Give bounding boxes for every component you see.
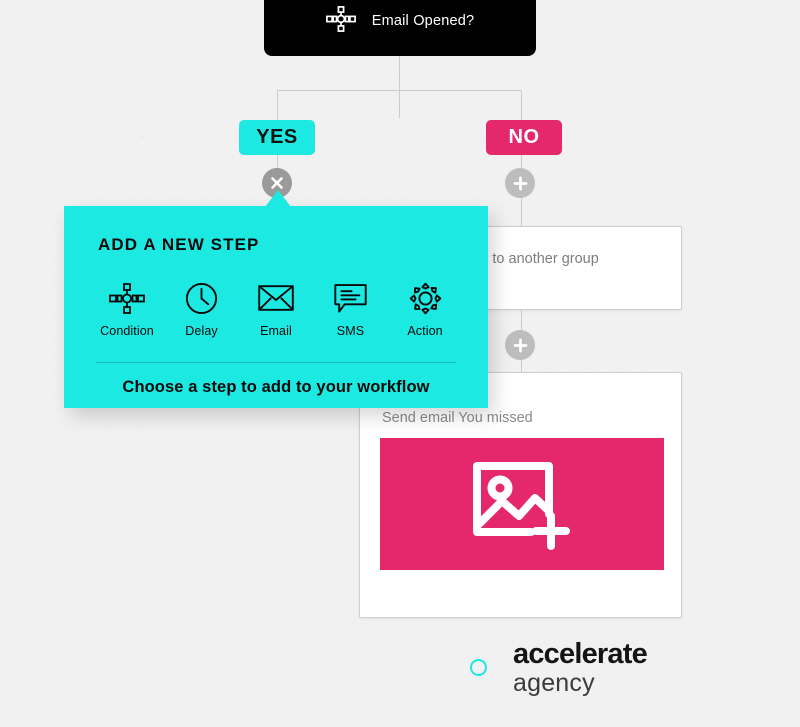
workflow-card-send-email[interactable]: Send email You missed bbox=[359, 372, 682, 618]
close-icon bbox=[270, 176, 284, 190]
plus-icon bbox=[513, 176, 528, 191]
brand-text: accelerate agency bbox=[513, 638, 648, 697]
workflow-canvas: Email Opened? YES NO Move subscriber to bbox=[0, 0, 800, 727]
connector-trunk bbox=[399, 56, 400, 118]
clock-icon bbox=[185, 281, 218, 315]
condition-node[interactable]: Email Opened? bbox=[264, 0, 536, 56]
plus-icon bbox=[513, 338, 528, 353]
add-step-popup-title: ADD A NEW STEP bbox=[98, 235, 260, 254]
branch-badge-yes[interactable]: YES bbox=[239, 120, 315, 155]
condition-node-label: Email Opened? bbox=[371, 13, 475, 29]
add-image-icon bbox=[469, 454, 575, 555]
step-option-action[interactable]: Action bbox=[390, 281, 460, 338]
condition-icon bbox=[325, 5, 356, 37]
branch-badge-yes-label: YES bbox=[256, 126, 298, 148]
brand-logo: accelerate agency bbox=[470, 638, 648, 697]
add-step-button-mid[interactable] bbox=[505, 330, 535, 360]
gear-icon bbox=[409, 281, 442, 315]
popup-pointer-arrow bbox=[265, 190, 291, 207]
step-options-list: Condition Delay Email SMS Action bbox=[92, 281, 460, 338]
step-option-email[interactable]: Email bbox=[241, 281, 311, 338]
brand-name: accelerate bbox=[513, 638, 648, 670]
step-option-delay-label: Delay bbox=[185, 324, 218, 338]
branch-badge-no-label: NO bbox=[508, 126, 540, 148]
envelope-icon bbox=[258, 281, 294, 315]
popup-divider bbox=[96, 362, 456, 363]
connector-split bbox=[277, 90, 522, 91]
step-option-email-label: Email bbox=[260, 324, 292, 338]
circle-outline-icon bbox=[470, 659, 487, 677]
email-image-placeholder[interactable] bbox=[380, 438, 664, 570]
step-option-delay[interactable]: Delay bbox=[167, 281, 237, 338]
add-step-popup-footer: Choose a step to add to your workflow bbox=[122, 378, 430, 396]
step-option-condition[interactable]: Condition bbox=[92, 281, 162, 338]
add-step-button-no-branch[interactable] bbox=[505, 168, 535, 198]
step-option-condition-label: Condition bbox=[100, 324, 154, 338]
step-option-sms[interactable]: SMS bbox=[316, 281, 386, 338]
condition-icon bbox=[109, 281, 145, 315]
brand-sub: agency bbox=[513, 668, 595, 697]
step-option-action-label: Action bbox=[407, 324, 443, 338]
workflow-card-send-email-text: Send email You missed bbox=[382, 410, 533, 426]
add-step-popup[interactable]: ADD A NEW STEP Condition Delay Email SMS… bbox=[64, 206, 488, 408]
step-option-sms-label: SMS bbox=[336, 324, 365, 338]
speech-bubble-icon bbox=[334, 281, 367, 315]
branch-badge-no[interactable]: NO bbox=[486, 120, 562, 155]
